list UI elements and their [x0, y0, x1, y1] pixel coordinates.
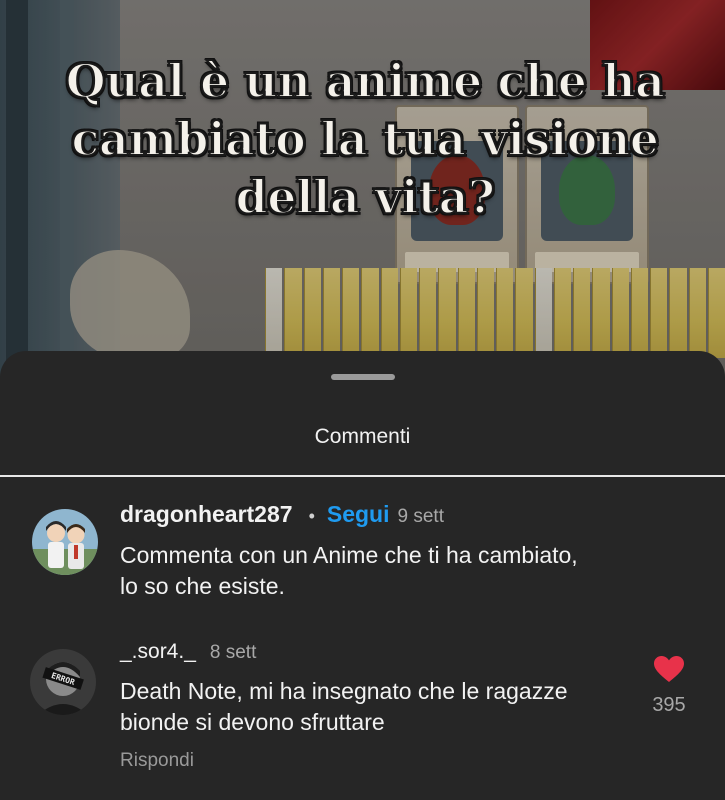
like-count: 395 — [652, 694, 686, 716]
video-background[interactable]: Qual è un anime che ha cambiato la tua v… — [0, 0, 725, 380]
video-caption-question: Qual è un anime che ha cambiato la tua v… — [65, 53, 666, 225]
comment-body: _.sor4._ 8 sett Death Note, mi ha insegn… — [120, 640, 640, 772]
comment-text: Death Note, mi ha insegnato che le ragaz… — [120, 678, 568, 735]
comment-username[interactable]: dragonheart287 — [120, 501, 293, 528]
separator-dot: • — [308, 506, 315, 526]
drag-handle[interactable] — [331, 374, 395, 380]
header-divider — [0, 475, 725, 477]
avatar-illustration — [32, 509, 98, 575]
comment-username[interactable]: _.sor4._ — [120, 640, 196, 664]
heart-icon[interactable] — [653, 656, 685, 687]
reply-button[interactable]: Rispondi — [120, 750, 640, 772]
like-control[interactable]: 395 — [651, 655, 687, 717]
comment-text: Commenta con un Anime che ti ha cambiato… — [120, 542, 578, 599]
avatar[interactable]: ERROR — [30, 649, 96, 715]
comment-body: dragonheart287 • Segui 9 sett Commenta c… — [120, 501, 680, 602]
comments-sheet: Commenti dragonheart287 • Segui 9 sett C… — [0, 351, 725, 800]
avatar[interactable] — [32, 509, 98, 575]
comment-timestamp: 9 sett — [397, 506, 444, 527]
comment-timestamp: 8 sett — [209, 642, 257, 663]
follow-button[interactable]: Segui — [327, 501, 390, 528]
avatar-illustration: ERROR — [30, 649, 96, 715]
comments-title: Commenti — [314, 425, 411, 448]
